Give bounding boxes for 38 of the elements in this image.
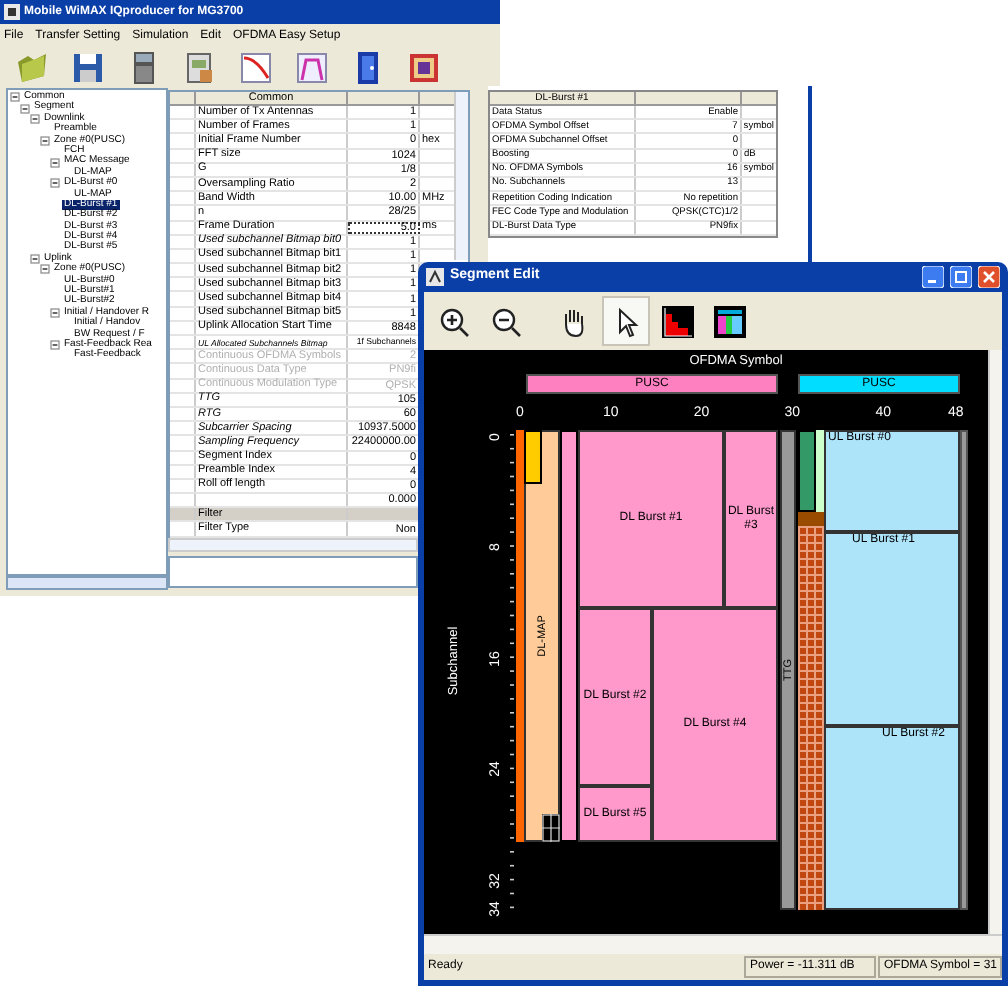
app-icon xyxy=(426,268,444,286)
maximize-icon[interactable] xyxy=(950,266,972,288)
grid-icon xyxy=(542,814,560,842)
ranging-strip xyxy=(816,430,824,512)
histogram-icon xyxy=(662,305,694,337)
folder-icon[interactable] xyxy=(16,51,48,83)
color-map-icon xyxy=(714,305,746,337)
zoom-in-icon xyxy=(438,305,470,337)
collapse-icon[interactable] xyxy=(30,254,40,265)
panel-icon[interactable] xyxy=(408,51,440,83)
collapse-icon[interactable] xyxy=(20,103,30,114)
collapse-icon[interactable] xyxy=(50,178,60,189)
door-icon[interactable] xyxy=(352,51,384,83)
zoom-out-icon xyxy=(490,305,522,337)
horizontal-scrollbar[interactable] xyxy=(424,934,1002,954)
horizontal-scrollbar[interactable] xyxy=(168,538,418,552)
app-icon xyxy=(4,4,20,20)
close-icon[interactable] xyxy=(978,266,1000,288)
collapse-icon[interactable] xyxy=(10,92,20,103)
collapse-icon[interactable] xyxy=(30,113,40,124)
document-icon[interactable] xyxy=(184,51,216,83)
vertical-scrollbar[interactable] xyxy=(454,92,468,260)
calculator-icon[interactable] xyxy=(128,51,160,83)
collapse-icon[interactable] xyxy=(50,157,60,168)
tool-button[interactable] xyxy=(602,296,650,346)
curve-chart-icon[interactable] xyxy=(240,51,272,83)
minimize-icon[interactable] xyxy=(922,266,944,288)
allocation-block xyxy=(798,512,824,526)
vertical-scrollbar[interactable] xyxy=(988,350,1002,934)
collapse-icon[interactable] xyxy=(40,135,50,146)
floppy-icon[interactable] xyxy=(72,51,104,83)
horizontal-scrollbar[interactable] xyxy=(6,576,168,590)
collapse-icon[interactable] xyxy=(40,264,50,275)
spectrum-icon[interactable] xyxy=(296,51,328,83)
collapse-icon[interactable] xyxy=(50,340,60,351)
header-block xyxy=(524,430,542,484)
ranging-block xyxy=(798,430,816,512)
collapse-icon[interactable] xyxy=(50,308,60,318)
